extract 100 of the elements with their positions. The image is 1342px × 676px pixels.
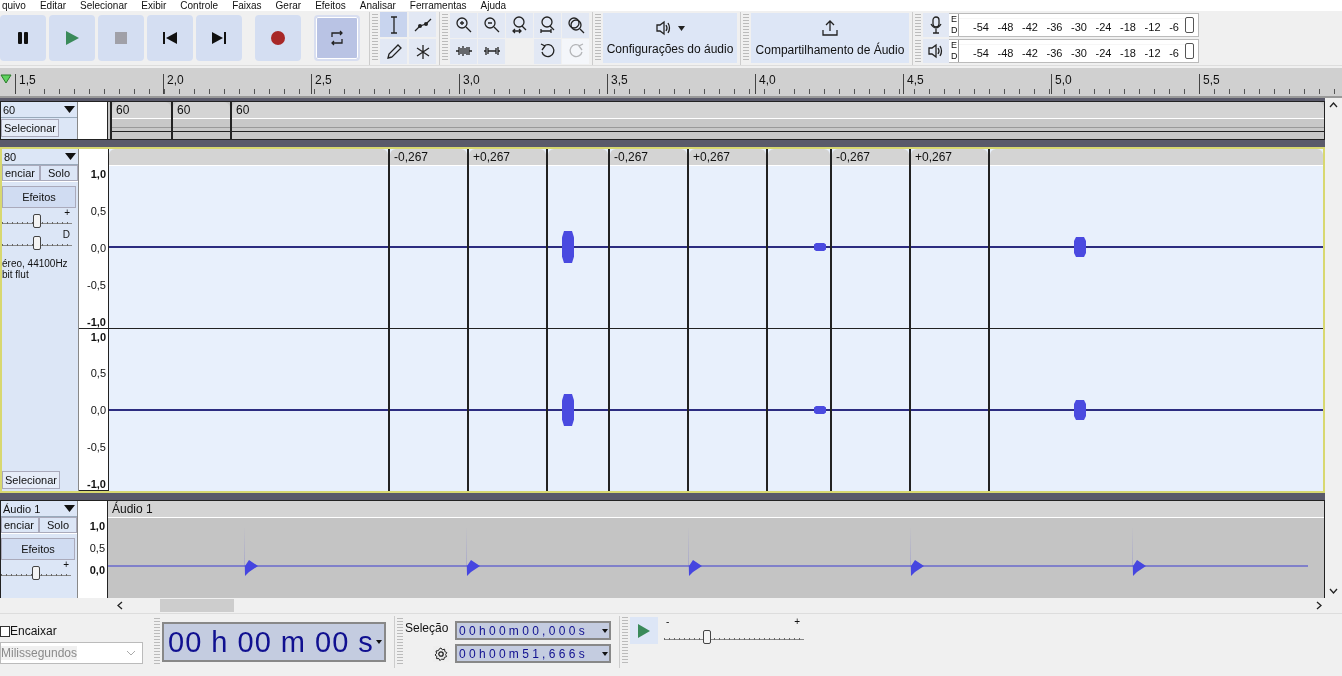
silence-audio-button[interactable] <box>478 38 505 64</box>
select-button[interactable]: Selecionar <box>1 119 59 137</box>
pencil-tool[interactable] <box>380 39 407 64</box>
collapsed-clip-body <box>173 119 230 139</box>
effects-button[interactable]: Efeitos <box>1 538 75 560</box>
menu-item[interactable]: Gerar <box>275 0 302 11</box>
menu-item[interactable]: Analisar <box>359 0 396 11</box>
zoom-fit-project-icon <box>538 16 557 34</box>
clip-indicator <box>1185 43 1194 59</box>
menu-item[interactable]: Efeitos <box>315 0 346 11</box>
recording-meter[interactable]: E D -54 -48 -42 -36 -30 -24 -18 -12 -6 <box>949 13 1199 37</box>
clip-header[interactable]: +0,267 <box>689 149 766 166</box>
clip-header[interactable]: -0,267 <box>390 149 467 166</box>
scroll-down-icon[interactable] <box>1329 588 1338 594</box>
menu-item[interactable]: Exibir <box>141 0 167 11</box>
text-cursor-tool[interactable] <box>380 12 407 37</box>
skip-to-end-button[interactable] <box>196 15 242 61</box>
clip-header[interactable]: +0,267 <box>911 149 988 166</box>
microphone-button[interactable] <box>923 13 949 37</box>
menu-item[interactable]: Selecionar <box>80 0 128 11</box>
menu-item[interactable]: Faixas <box>232 0 262 11</box>
meter-tick-label: -18 <box>1120 19 1136 33</box>
undo-button[interactable] <box>534 38 561 64</box>
timeline-ruler[interactable]: 1,5 2,0 2,5 3,0 3,5 4,0 4,5 5,0 5,5 <box>0 68 1342 98</box>
slider-thumb[interactable] <box>33 214 41 228</box>
vertical-scrollbar[interactable] <box>1325 98 1342 598</box>
time-display[interactable]: 00 h 00 m 00 s <box>162 622 386 662</box>
ruler-label: 3,0 <box>459 74 607 94</box>
clip-header[interactable]: 60 <box>232 102 1324 119</box>
zoom-fit-project-button[interactable] <box>534 12 561 38</box>
scale-label: 0,5 <box>90 367 106 380</box>
scroll-up-icon[interactable] <box>1329 102 1338 108</box>
menu-item[interactable]: Ajuda <box>480 0 507 11</box>
scale-label: 1,0 <box>90 330 106 343</box>
solo-button[interactable]: Solo <box>39 517 77 533</box>
chevron-down-icon <box>126 650 136 656</box>
play-at-speed-button[interactable] <box>630 617 658 644</box>
selection-time-field[interactable]: 00h00m51,666s <box>455 644 611 663</box>
scale-label: -1,0 <box>87 478 106 490</box>
share-audio-button[interactable]: Compartilhamento de Áudio <box>751 13 909 63</box>
channel-label: D <box>951 25 958 36</box>
audio-setup-button[interactable]: Configurações do áudio <box>603 13 737 63</box>
scrollbar-thumb[interactable] <box>160 599 234 612</box>
menu-item[interactable]: quivo <box>2 0 26 11</box>
waveform-drawing <box>768 242 830 252</box>
effects-button[interactable]: Efeitos <box>2 186 76 208</box>
envelope-tool[interactable] <box>409 12 436 37</box>
snap-checkbox[interactable] <box>0 625 10 637</box>
mute-button[interactable]: enciar <box>1 517 39 533</box>
loop-button[interactable] <box>314 15 360 61</box>
scroll-left-icon[interactable] <box>117 601 123 610</box>
play-head-icon <box>0 74 12 84</box>
skip-to-start-button[interactable] <box>147 15 193 61</box>
clip-title: Áudio 1 <box>112 502 153 516</box>
zoom-in-button[interactable] <box>450 12 477 38</box>
clip-title: +0,267 <box>473 150 511 164</box>
slider-thumb[interactable] <box>33 236 41 250</box>
asterisk-tool[interactable] <box>409 39 436 64</box>
clip-header[interactable] <box>109 149 388 166</box>
clip-header[interactable]: Áudio 1 <box>108 501 1324 518</box>
ruler-label: 2,0 <box>163 74 311 94</box>
slider-thumb[interactable] <box>32 566 40 580</box>
playback-meter[interactable]: E D -54 -48 -42 -36 -30 -24 -18 -12 -6 <box>949 39 1199 63</box>
ruler-label: 4,5 <box>903 74 1051 94</box>
zoom-toggle-button[interactable] <box>562 12 589 38</box>
mute-button[interactable]: enciar <box>2 165 40 181</box>
speaker-button[interactable] <box>923 39 949 63</box>
clip-title: -0,267 <box>614 150 649 164</box>
track-name-menu[interactable]: Áudio 1 <box>1 501 77 517</box>
clip-header[interactable]: +0,267 <box>469 149 546 166</box>
meter-tick-label: -54 <box>973 45 989 59</box>
clip-header[interactable] <box>768 149 830 166</box>
solo-button[interactable]: Solo <box>40 165 78 181</box>
slider-label: - <box>666 617 670 627</box>
zoom-out-button[interactable] <box>478 12 505 38</box>
clip-header[interactable] <box>990 149 1323 166</box>
scale-label: 0,0 <box>90 241 106 254</box>
slider-thumb[interactable] <box>703 630 712 644</box>
record-button[interactable] <box>255 15 301 61</box>
meter-tick-label: -30 <box>1071 19 1087 33</box>
menu-item[interactable]: Editar <box>39 0 67 11</box>
scale-label: 1,0 <box>89 520 105 532</box>
zoom-toggle-icon <box>566 16 585 34</box>
clip-header[interactable]: 60 <box>173 102 230 119</box>
zoom-fit-selection-button[interactable] <box>506 12 533 38</box>
trim-audio-button[interactable] <box>450 38 477 64</box>
meter-tick-label: -54 <box>973 19 989 33</box>
menu-item[interactable]: Controle <box>180 0 219 11</box>
clip-header[interactable]: 60 <box>112 102 171 119</box>
clip-header[interactable]: -0,267 <box>832 149 909 166</box>
settings-button[interactable] <box>433 645 449 662</box>
ruler-label: 1,5 <box>15 74 163 94</box>
clip-header[interactable]: -0,267 <box>610 149 687 166</box>
menu-item[interactable]: Ferramentas <box>409 0 467 11</box>
clip-header[interactable] <box>548 149 608 166</box>
pause-button[interactable] <box>0 15 46 61</box>
clip-title: -0,267 <box>394 150 429 164</box>
selection-time-field[interactable]: 00h00m00,000s <box>455 621 611 640</box>
select-button[interactable]: Selecionar <box>2 471 60 489</box>
scroll-right-icon[interactable] <box>1316 601 1322 610</box>
